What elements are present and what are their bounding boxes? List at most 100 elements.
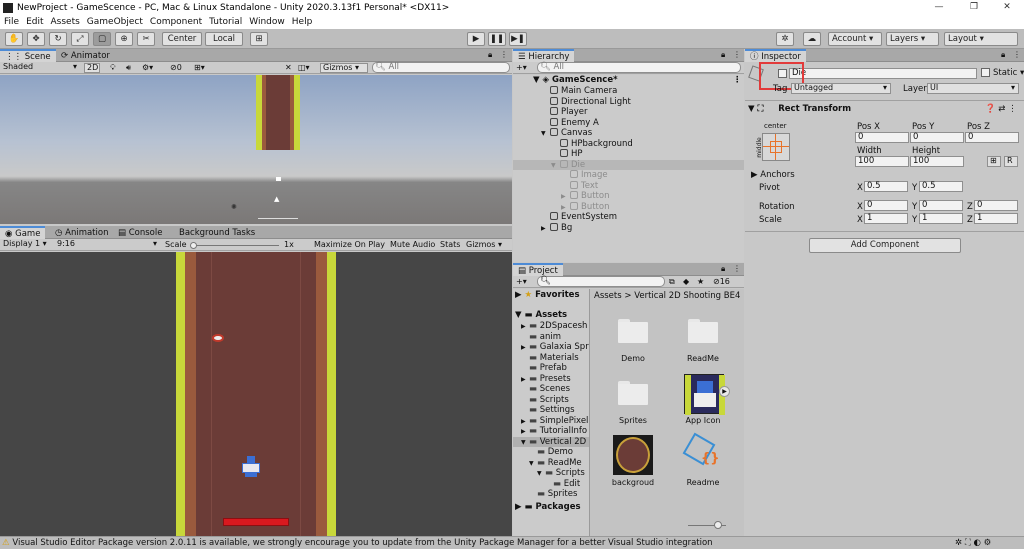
minimize-button[interactable]: — bbox=[922, 0, 956, 15]
mode-2d-button[interactable]: 2D bbox=[84, 63, 100, 73]
maximize-button[interactable]: ❐ bbox=[957, 0, 991, 15]
hierarchy-item[interactable]: ▼ Canvas bbox=[541, 128, 592, 139]
hierarchy-item[interactable]: Directional Light bbox=[541, 96, 631, 108]
expand-arrow-icon[interactable]: ▼ bbox=[529, 459, 537, 470]
width-input[interactable]: 100 bbox=[855, 156, 909, 167]
project-tree-item[interactable]: ▬ Prefab bbox=[521, 363, 567, 374]
pos-y-input[interactable]: 0 bbox=[910, 132, 964, 143]
hierarchy-item[interactable]: ▶ Bg bbox=[541, 222, 572, 235]
project-tree-item[interactable]: ▶ ▬ TutorialInfo bbox=[521, 426, 587, 437]
project-tree-item[interactable]: ▼ ▬ Vertical 2D bbox=[513, 436, 589, 449]
tag-dropdown[interactable]: Untagged ▾ bbox=[791, 83, 891, 94]
grid-icon[interactable]: ⊞▾ bbox=[194, 63, 205, 73]
expand-arrow-icon[interactable]: ▼ bbox=[541, 129, 550, 140]
audio-icon[interactable]: 🔊︎ bbox=[126, 63, 131, 73]
enemy-ship-sprite[interactable] bbox=[212, 334, 224, 342]
hierarchy-item[interactable]: Image bbox=[561, 170, 608, 181]
readme-folder-icon[interactable] bbox=[688, 319, 718, 343]
project-tree-item[interactable]: ▬ Edit bbox=[545, 479, 580, 490]
project-search-input[interactable]: 🔍︎ bbox=[537, 276, 665, 287]
stats-button[interactable]: Stats bbox=[440, 240, 460, 250]
hidden-packages-icon[interactable]: ⊘16 bbox=[713, 277, 730, 287]
static-label[interactable]: Static ▾ bbox=[993, 68, 1024, 78]
status-icons[interactable]: ✲ ⛶ ◐ ⚙ bbox=[955, 537, 991, 549]
project-tree-item[interactable]: ▬ Materials bbox=[521, 353, 579, 364]
hierarchy-item[interactable]: ▶ Button bbox=[561, 191, 609, 202]
menu-gameobject[interactable]: GameObject bbox=[87, 17, 143, 27]
project-menu-icon[interactable]: ⋮ bbox=[733, 264, 741, 274]
add-component-button[interactable]: Add Component bbox=[809, 238, 961, 253]
project-tree-item[interactable]: ▼ ▬ Scripts bbox=[537, 468, 585, 479]
rotation-x-input[interactable]: 0 bbox=[864, 200, 908, 211]
hierarchy-menu-icon[interactable]: ⋮ bbox=[733, 50, 741, 60]
close-button[interactable]: ✕ bbox=[990, 0, 1024, 15]
expand-arrow-icon[interactable]: ▼ bbox=[537, 469, 545, 480]
hierarchy-item[interactable]: EventSystem bbox=[541, 212, 617, 223]
menu-edit[interactable]: Edit bbox=[26, 17, 43, 27]
pivot-local-button[interactable]: Local bbox=[205, 32, 243, 46]
scene-enemy-sprite[interactable] bbox=[276, 177, 281, 181]
hidden-objects-icon[interactable]: ⊘0 bbox=[170, 63, 182, 73]
project-tree-item[interactable]: ▶ ▬ 2DSpacesh bbox=[521, 321, 587, 332]
scene-search-input[interactable]: 🔍︎ All bbox=[372, 62, 510, 73]
maximize-on-play-button[interactable]: Maximize On Play bbox=[314, 240, 385, 250]
scale-y-input[interactable]: 1 bbox=[919, 213, 963, 224]
pos-x-input[interactable]: 0 bbox=[855, 132, 909, 143]
status-bar[interactable]: ⚠ Visual Studio Editor Package version 2… bbox=[0, 536, 1024, 549]
inspector-menu-icon[interactable]: ⋮ bbox=[1013, 50, 1021, 60]
rotation-y-input[interactable]: 0 bbox=[919, 200, 963, 211]
project-tree-item[interactable]: ▶ ▬ Galaxia Spr bbox=[521, 342, 589, 353]
sprites-folder-icon[interactable] bbox=[618, 381, 648, 405]
project-tree-item[interactable]: ▬ Scripts bbox=[521, 395, 569, 406]
game-gizmos-dropdown[interactable]: Gizmos ▾ bbox=[466, 240, 502, 250]
anchors-foldout[interactable]: ▶ Anchors bbox=[751, 170, 795, 180]
expand-arrow-icon[interactable]: ▼ bbox=[521, 438, 529, 449]
pivot-center-button[interactable]: Center bbox=[162, 32, 202, 46]
project-tree-item[interactable]: ▬ Demo bbox=[529, 447, 573, 458]
scene-menu-icon[interactable]: ⋮ bbox=[733, 75, 742, 86]
move-tool-icon[interactable]: ✥ bbox=[27, 32, 45, 46]
anchor-preset-button[interactable] bbox=[762, 133, 790, 161]
aspect-dropdown[interactable]: 9:16 ▾ bbox=[55, 240, 159, 250]
thumbnail-size-handle[interactable] bbox=[714, 521, 722, 529]
player-ship-sprite[interactable] bbox=[240, 456, 262, 478]
effects-icon[interactable]: ⚙▾ bbox=[142, 63, 153, 73]
scale-slider-handle[interactable] bbox=[190, 242, 197, 249]
expand-arrow-icon[interactable]: ▶ bbox=[541, 224, 550, 235]
menu-help[interactable]: Help bbox=[292, 17, 313, 27]
hierarchy-item[interactable]: ▼ Die bbox=[513, 159, 744, 172]
app-icon-thumbnail[interactable] bbox=[684, 374, 725, 415]
app-icon-play-icon[interactable]: ▶ bbox=[719, 386, 730, 397]
hierarchy-item[interactable]: Text bbox=[561, 180, 598, 192]
hierarchy-item[interactable]: ▶ Button bbox=[561, 201, 609, 213]
mute-audio-button[interactable]: Mute Audio bbox=[390, 240, 435, 250]
cloud-icon[interactable]: ☁ bbox=[803, 32, 821, 46]
hierarchy-lock-icon[interactable]: 🔒︎ bbox=[721, 50, 725, 60]
display-dropdown[interactable]: Display 1 ▾ bbox=[1, 240, 53, 250]
shading-dropdown[interactable]: Shaded ▾ bbox=[1, 63, 79, 73]
assets-root-row[interactable]: ▼ ▬ Assets bbox=[515, 310, 567, 321]
tab-inspector[interactable]: ⓘ Inspector bbox=[745, 49, 806, 62]
account-dropdown[interactable]: Account ▾ bbox=[828, 32, 882, 46]
camera-icon[interactable]: ◫▾ bbox=[298, 63, 310, 73]
inspector-lock-icon[interactable]: 🔒︎ bbox=[1001, 50, 1005, 60]
hierarchy-scene-row[interactable]: ▼ ◈ GameScence* ⋮ bbox=[533, 75, 742, 86]
scale-x-input[interactable]: 1 bbox=[864, 213, 908, 224]
hierarchy-item[interactable]: Player bbox=[541, 107, 587, 118]
menu-dots-icon[interactable]: ⋮ bbox=[500, 50, 508, 60]
hierarchy-add-icon[interactable]: +▾ bbox=[516, 63, 527, 73]
scale-slider-track[interactable] bbox=[193, 245, 279, 246]
favorite-icon[interactable]: ★ bbox=[697, 277, 704, 287]
hierarchy-item[interactable]: HPbackground bbox=[551, 138, 633, 150]
tab-hierarchy[interactable]: ☰ Hierarchy bbox=[513, 49, 575, 62]
gizmos-dropdown[interactable]: Gizmos ▾ bbox=[320, 63, 368, 73]
expand-arrow-icon[interactable]: ▼ bbox=[551, 161, 560, 172]
project-add-icon[interactable]: +▾ bbox=[516, 277, 527, 287]
layer-dropdown[interactable]: UI ▾ bbox=[927, 83, 1019, 94]
step-icon[interactable]: ▶❚ bbox=[509, 32, 527, 46]
play-icon[interactable]: ▶ bbox=[467, 32, 485, 46]
readme-script-icon[interactable]: {} bbox=[682, 432, 721, 471]
hierarchy-search-input[interactable]: 🔍︎ All bbox=[537, 62, 741, 73]
pivot-y-input[interactable]: 0.5 bbox=[919, 181, 963, 192]
lighting-icon[interactable]: 💡︎ bbox=[110, 63, 116, 73]
